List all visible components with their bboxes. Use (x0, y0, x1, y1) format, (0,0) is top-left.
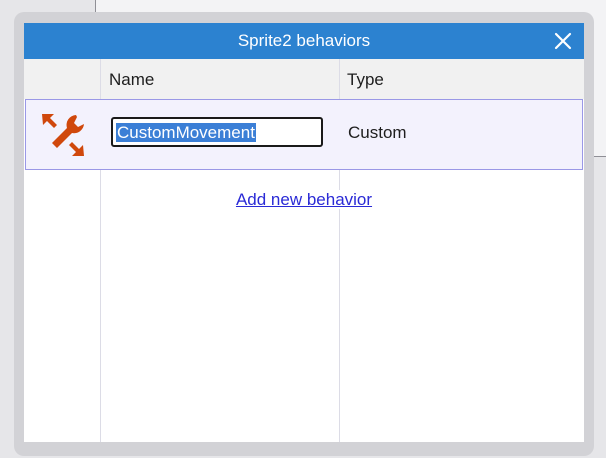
close-icon (554, 32, 572, 50)
close-button[interactable] (550, 28, 576, 54)
column-header-name[interactable]: Name (109, 59, 154, 99)
behavior-type-cell: Custom (348, 123, 407, 142)
behavior-name-input[interactable]: CustomMovement (111, 117, 323, 147)
behaviors-dialog: Sprite2 behaviors Name Type CustomMoveme… (24, 23, 584, 442)
table-row[interactable]: CustomMovement Custom (25, 99, 583, 170)
table-header: Name Type (24, 59, 584, 99)
behavior-name-value: CustomMovement (116, 123, 256, 142)
dialog-titlebar: Sprite2 behaviors (24, 23, 584, 59)
dialog-title: Sprite2 behaviors (237, 31, 371, 50)
add-new-behavior-link-row: Add new behavior (24, 190, 584, 210)
custom-behavior-wrench-icon (38, 110, 88, 160)
column-header-type[interactable]: Type (347, 59, 384, 99)
add-new-behavior-link[interactable]: Add new behavior (233, 190, 375, 209)
